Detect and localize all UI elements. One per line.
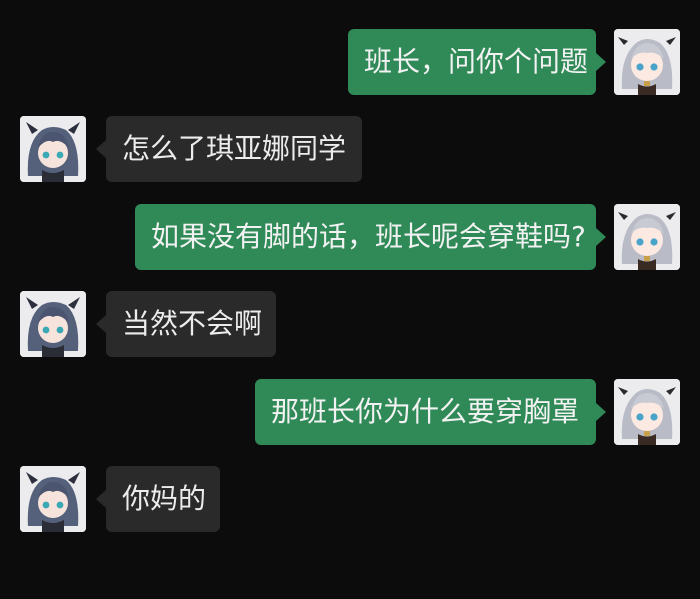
silver-haired-anime-girl-avatar-icon: [614, 379, 680, 445]
sent-message-bubble[interactable]: 如果没有脚的话，班长呢会穿鞋吗?: [135, 204, 606, 270]
blue-haired-anime-girl-avatar-icon: [20, 466, 86, 532]
blue-haired-anime-girl-avatar-icon: [20, 116, 86, 182]
received-message-bubble[interactable]: 你妈的: [96, 466, 220, 532]
silver-haired-anime-girl-avatar-icon: [614, 29, 680, 95]
contact-avatar[interactable]: [20, 466, 86, 532]
contact-avatar[interactable]: [20, 116, 86, 182]
contact-avatar[interactable]: [20, 291, 86, 357]
sender-avatar[interactable]: [614, 379, 680, 445]
sent-message-bubble[interactable]: 那班长你为什么要穿胸罩: [255, 379, 606, 445]
received-message-bubble[interactable]: 当然不会啊: [96, 291, 276, 357]
silver-haired-anime-girl-avatar-icon: [614, 204, 680, 270]
sender-avatar[interactable]: [614, 29, 680, 95]
sent-message-bubble[interactable]: 班长，问你个问题: [348, 29, 606, 95]
received-message-bubble[interactable]: 怎么了琪亚娜同学: [96, 116, 362, 182]
blue-haired-anime-girl-avatar-icon: [20, 291, 86, 357]
sender-avatar[interactable]: [614, 204, 680, 270]
